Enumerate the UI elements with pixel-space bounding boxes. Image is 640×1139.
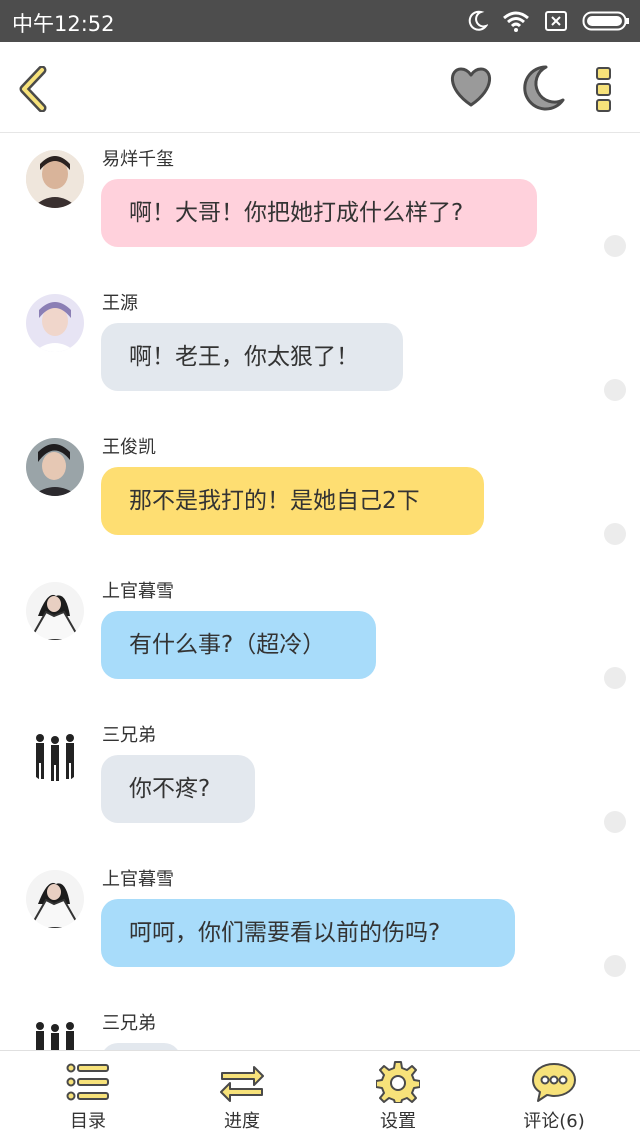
gear-icon bbox=[376, 1061, 420, 1103]
sender-name: 易烊千玺 bbox=[102, 149, 174, 170]
avatar[interactable] bbox=[26, 438, 84, 496]
chat-message: 王俊凯 那不是我打的！是她自己2下 bbox=[0, 421, 640, 565]
avatar[interactable] bbox=[26, 294, 84, 352]
avatar[interactable] bbox=[26, 150, 84, 208]
tab-catalog[interactable]: 目录 bbox=[8, 1051, 168, 1139]
bottom-tab-bar: 目录 进度 设置 评论(6) bbox=[0, 1050, 640, 1139]
avatar-photo-icon bbox=[26, 150, 84, 208]
heart-icon[interactable] bbox=[448, 66, 494, 108]
chat-list[interactable]: 易烊千玺 啊！大哥！你把她打成什么样了? 王源 啊！老王，你太狠了！ 王俊凯 那… bbox=[0, 133, 640, 1050]
avatar-photo-icon bbox=[26, 438, 84, 496]
avatar[interactable] bbox=[26, 870, 84, 928]
status-time: 中午12:52 bbox=[12, 12, 115, 36]
message-bubble[interactable]: 啊！大哥！你把她打成什么样了? bbox=[101, 179, 537, 247]
tab-comments[interactable]: 评论(6) bbox=[474, 1051, 634, 1139]
chat-bubble-icon bbox=[532, 1063, 576, 1102]
read-indicator bbox=[604, 667, 626, 689]
read-indicator bbox=[604, 955, 626, 977]
read-indicator bbox=[604, 379, 626, 401]
read-indicator bbox=[604, 235, 626, 257]
avatar[interactable] bbox=[26, 726, 84, 784]
tab-label: 目录 bbox=[70, 1111, 106, 1132]
message-bubble[interactable]: 那不是我打的！是她自己2下 bbox=[101, 467, 484, 535]
more-vertical-icon[interactable] bbox=[594, 66, 614, 112]
sender-name: 上官暮雪 bbox=[102, 581, 174, 602]
tab-label: 评论(6) bbox=[523, 1111, 585, 1132]
chat-message: 三兄弟 bbox=[0, 997, 640, 1050]
navigation-header bbox=[0, 42, 640, 133]
chevron-left-icon[interactable] bbox=[18, 66, 50, 112]
swap-arrows-icon bbox=[220, 1066, 264, 1102]
avatar-photo-icon bbox=[26, 1014, 84, 1050]
tab-label: 进度 bbox=[224, 1111, 260, 1132]
moon-icon[interactable] bbox=[520, 64, 566, 112]
tab-label: 设置 bbox=[380, 1111, 416, 1132]
avatar-photo-icon bbox=[26, 726, 84, 784]
chat-message: 上官暮雪 有什么事?（超冷） bbox=[0, 565, 640, 709]
avatar-photo-icon bbox=[26, 294, 84, 352]
chat-message: 上官暮雪 呵呵，你们需要看以前的伤吗? bbox=[0, 853, 640, 997]
avatar-photo-icon bbox=[26, 582, 84, 640]
sender-name: 上官暮雪 bbox=[102, 869, 174, 890]
read-indicator bbox=[604, 523, 626, 545]
message-bubble[interactable]: 你不疼? bbox=[101, 755, 255, 823]
message-bubble[interactable]: 啊！老王，你太狠了！ bbox=[101, 323, 403, 391]
avatar-photo-icon bbox=[26, 870, 84, 928]
sender-name: 王俊凯 bbox=[102, 437, 156, 458]
sender-name: 三兄弟 bbox=[102, 1013, 156, 1034]
chat-message: 易烊千玺 啊！大哥！你把她打成什么样了? bbox=[0, 133, 640, 277]
sim-card-icon bbox=[545, 11, 567, 31]
status-bar: 中午12:52 bbox=[0, 0, 640, 42]
tab-progress[interactable]: 进度 bbox=[162, 1051, 322, 1139]
tab-settings[interactable]: 设置 bbox=[318, 1051, 478, 1139]
chat-message: 三兄弟 你不疼? bbox=[0, 709, 640, 853]
do-not-disturb-moon-icon bbox=[468, 10, 488, 31]
wifi-icon bbox=[503, 11, 529, 32]
message-bubble[interactable]: 有什么事?（超冷） bbox=[101, 611, 376, 679]
list-icon bbox=[66, 1063, 109, 1101]
sender-name: 三兄弟 bbox=[102, 725, 156, 746]
read-indicator bbox=[604, 811, 626, 833]
chat-message: 王源 啊！老王，你太狠了！ bbox=[0, 277, 640, 421]
message-bubble[interactable] bbox=[101, 1043, 181, 1050]
avatar[interactable] bbox=[26, 1014, 84, 1050]
message-bubble[interactable]: 呵呵，你们需要看以前的伤吗? bbox=[101, 899, 515, 967]
sender-name: 王源 bbox=[102, 293, 138, 314]
avatar[interactable] bbox=[26, 582, 84, 640]
status-icons bbox=[468, 9, 630, 33]
battery-icon bbox=[582, 11, 629, 31]
